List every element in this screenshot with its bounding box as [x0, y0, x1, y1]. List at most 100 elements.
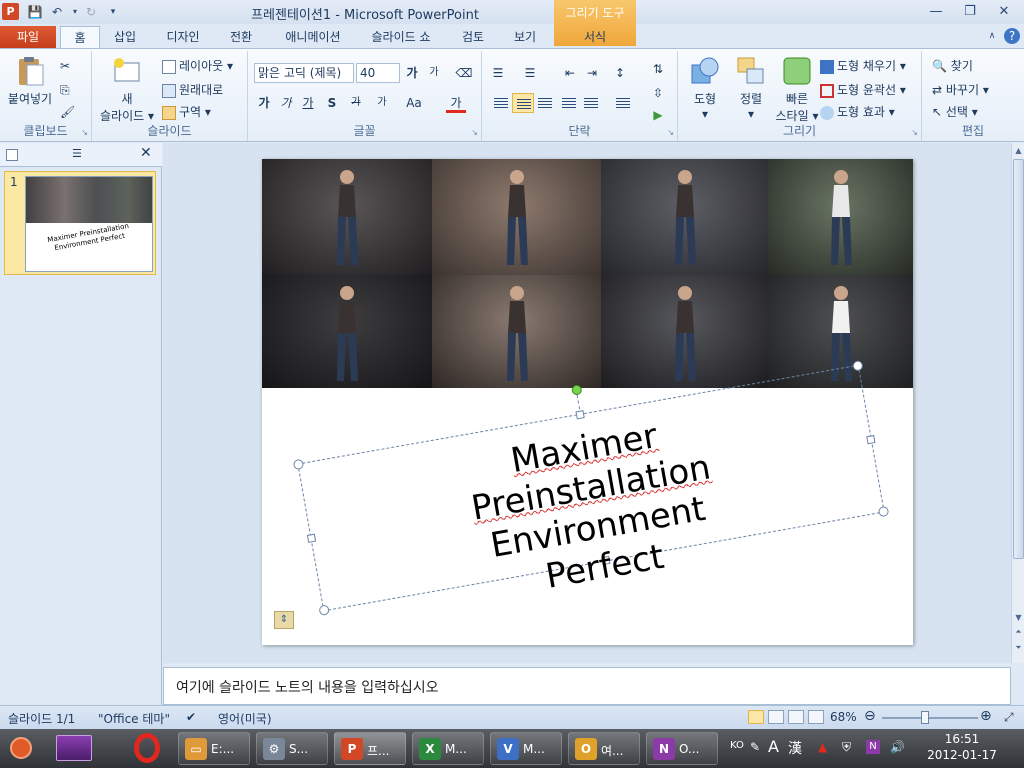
bullets-icon[interactable]: ☰: [488, 63, 508, 83]
scroll-up-icon[interactable]: ▲: [1012, 146, 1024, 155]
customize-qat-icon[interactable]: ▾: [104, 3, 122, 21]
select-button[interactable]: ↖ 선택 ▾: [932, 103, 978, 120]
zoom-in-icon[interactable]: ⊕: [980, 708, 992, 724]
align-center-button[interactable]: [512, 93, 534, 113]
restore-button[interactable]: ❐: [958, 3, 982, 21]
shadow-icon[interactable]: S: [322, 93, 342, 113]
paragraph-launcher-icon[interactable]: ↘: [667, 128, 674, 137]
volume-icon[interactable]: 🔊: [890, 740, 905, 754]
font-launcher-icon[interactable]: ↘: [471, 128, 478, 137]
theme-name[interactable]: "Office 테마": [98, 710, 170, 727]
scrollbar-thumb[interactable]: [1013, 159, 1024, 559]
font-size-combo[interactable]: 40: [356, 63, 400, 83]
zoom-slider-thumb[interactable]: [921, 711, 930, 724]
clear-formatting-icon[interactable]: ⌫: [454, 63, 474, 83]
shape-effects-button[interactable]: 도형 효과 ▾: [820, 103, 895, 120]
slide-title-text[interactable]: Maximer Preinstallation Environment Perf…: [301, 380, 888, 636]
italic-icon[interactable]: 가: [276, 93, 296, 113]
tab-format[interactable]: 서식: [570, 26, 620, 48]
slides-tab-icon[interactable]: [6, 149, 18, 161]
language-indicator[interactable]: 영어(미국): [218, 710, 272, 727]
normal-view-button[interactable]: [748, 710, 764, 724]
align-text-icon[interactable]: ⇳: [648, 83, 668, 103]
align-left-button[interactable]: [490, 93, 512, 113]
next-slide-icon[interactable]: ⏷: [1012, 643, 1024, 653]
resize-handle-nw[interactable]: [292, 458, 305, 471]
taskbar-settings[interactable]: ⚙ S...: [256, 732, 328, 765]
tab-design[interactable]: 디자인: [158, 26, 208, 48]
fit-to-window-icon[interactable]: ⤢: [1004, 710, 1014, 725]
change-case-icon[interactable]: Aa: [404, 93, 424, 113]
line-spacing-icon[interactable]: ↕: [610, 63, 630, 83]
minimize-button[interactable]: —: [924, 3, 948, 21]
clock-time[interactable]: 16:51: [932, 732, 992, 746]
section-button[interactable]: 구역 ▾: [162, 103, 211, 120]
minimize-ribbon-icon[interactable]: ∧: [984, 28, 1000, 44]
justify-button[interactable]: [558, 93, 580, 113]
align-right-button[interactable]: [534, 93, 556, 113]
opera-icon[interactable]: [134, 733, 160, 763]
notes-pane[interactable]: 여기에 슬라이드 노트의 내용을 입력하십시오: [163, 667, 1011, 705]
new-slide-button[interactable]: 새 슬라이드 ▾: [96, 55, 158, 124]
shape-outline-button[interactable]: 도형 윤곽선 ▾: [820, 81, 906, 98]
distributed-button[interactable]: [580, 93, 602, 113]
reading-view-button[interactable]: [788, 710, 804, 724]
input-language[interactable]: KO: [730, 740, 744, 751]
font-name-combo[interactable]: 맑은 고딕 (제목): [254, 63, 354, 83]
increase-indent-icon[interactable]: ⇥: [582, 63, 602, 83]
columns-button[interactable]: [612, 93, 634, 113]
taskbar-powerpoint[interactable]: P 프...: [334, 732, 406, 765]
tab-file[interactable]: 파일: [0, 26, 56, 48]
shrink-font-icon[interactable]: 가: [424, 63, 444, 83]
undo-icon[interactable]: ↶: [48, 3, 66, 21]
taskbar-outlook[interactable]: O 여...: [568, 732, 640, 765]
powerpoint-app-icon[interactable]: P: [2, 3, 19, 20]
photo-collage[interactable]: [262, 159, 913, 388]
decrease-indent-icon[interactable]: ⇤: [560, 63, 580, 83]
tab-transitions[interactable]: 전환: [220, 26, 262, 48]
clipboard-launcher-icon[interactable]: ↘: [81, 128, 88, 137]
replace-button[interactable]: ⇄ 바꾸기 ▾: [932, 81, 989, 98]
cut-icon[interactable]: ✂: [60, 59, 70, 73]
onenote-tray-icon[interactable]: N: [866, 740, 880, 754]
zoom-out-icon[interactable]: ⊖: [864, 708, 876, 724]
layout-button[interactable]: 레이아웃 ▾: [162, 57, 233, 74]
clock-date[interactable]: 2012-01-17: [918, 748, 1006, 762]
workspace-switcher-icon[interactable]: [56, 735, 92, 761]
arrange-button[interactable]: 정렬 ▾: [728, 55, 774, 121]
rotation-handle[interactable]: [570, 384, 583, 396]
slide-sorter-view-button[interactable]: [768, 710, 784, 724]
previous-slide-icon[interactable]: ⏶: [1012, 627, 1024, 637]
tab-animations[interactable]: 애니메이션: [276, 26, 350, 48]
underline-icon[interactable]: 가: [298, 93, 318, 113]
character-spacing-icon[interactable]: 가: [372, 93, 392, 113]
shield-tray-icon[interactable]: ⛨: [842, 740, 851, 755]
title-text-box[interactable]: Maximer Preinstallation Environment Perf…: [292, 360, 890, 616]
tab-slide-show[interactable]: 슬라이드 쇼: [362, 26, 440, 48]
copy-icon[interactable]: ⎘: [60, 83, 70, 98]
text-direction-icon[interactable]: ⇅: [648, 59, 668, 79]
font-mode-icon[interactable]: A: [768, 737, 779, 756]
close-panel-icon[interactable]: ✕: [140, 145, 152, 161]
spell-check-icon[interactable]: ✔: [186, 710, 196, 724]
quick-styles-button[interactable]: 빠른 스타일 ▾: [774, 55, 820, 124]
scroll-down-icon[interactable]: ▼: [1012, 613, 1024, 622]
tab-view[interactable]: 보기: [508, 26, 542, 48]
help-icon[interactable]: ?: [1004, 28, 1020, 44]
strikethrough-icon[interactable]: 가: [346, 93, 366, 113]
autofit-options-icon[interactable]: ⇕: [274, 611, 294, 629]
bold-icon[interactable]: 가: [254, 93, 274, 113]
taskbar-explorer[interactable]: ▭ E:...: [178, 732, 250, 765]
shapes-button[interactable]: 도형 ▾: [682, 55, 728, 121]
ubuntu-logo-icon[interactable]: [10, 737, 32, 759]
redo-icon[interactable]: ↻: [82, 3, 100, 21]
format-painter-icon[interactable]: 🖌: [60, 105, 75, 119]
tab-home[interactable]: 홈: [60, 26, 100, 48]
tab-insert[interactable]: 삽입: [106, 26, 144, 48]
hanja-indicator[interactable]: 漢: [788, 738, 802, 758]
font-color-icon[interactable]: 가: [446, 93, 466, 113]
vertical-scrollbar[interactable]: ▲ ▼ ⏶ ⏷: [1011, 143, 1024, 663]
grow-font-icon[interactable]: 가: [402, 63, 422, 83]
shape-fill-button[interactable]: 도형 채우기 ▾: [820, 57, 906, 74]
network-icon[interactable]: ▲: [818, 740, 827, 754]
